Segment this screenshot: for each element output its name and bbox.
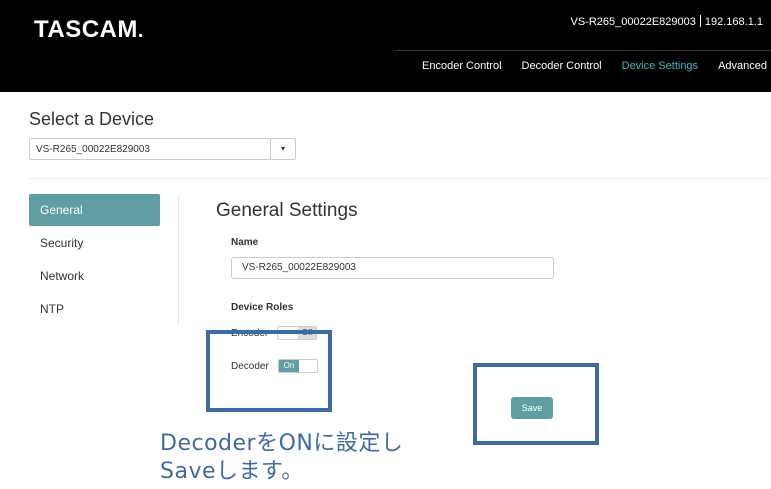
select-device-title: Select a Device [29,109,155,129]
nav-device-settings[interactable]: Device Settings [622,60,698,72]
nav-advanced[interactable]: Advanced [718,60,767,72]
instruction-line-2: Saveします。 [160,459,304,484]
instruction-note: DecoderをONに設定し Saveします。 [160,430,403,486]
header-divider [395,50,771,51]
settings-sidebar: General Security Network NTP [29,194,160,326]
logo-text: TASCAM [34,16,138,43]
page-title: General Settings [216,200,358,221]
device-roles-label: Device Roles [231,302,294,313]
top-navbar: TASCAM. VS-R265_00022E829003 192.168.1.1 … [0,0,771,92]
save-highlight-frame [473,363,599,445]
name-field[interactable]: VS-R265_00022E829003 [231,257,554,279]
instruction-line-1: DecoderをONに設定し [160,431,404,456]
decoder-highlight-frame [206,330,332,412]
sidebar-item-security[interactable]: Security [29,227,160,259]
main-nav: Encoder Control Decoder Control Device S… [422,60,767,72]
section-divider [29,178,771,179]
sidebar-border [178,194,179,324]
sidebar-item-network[interactable]: Network [29,260,160,292]
device-name: VS-R265_00022E829003 [570,16,696,28]
separator [699,15,701,27]
tascam-logo: TASCAM. [34,16,144,44]
sidebar-item-general[interactable]: General [29,194,160,226]
chevron-down-icon[interactable]: ▾ [270,138,296,160]
device-ip: 192.168.1.1 [704,16,763,28]
device-select[interactable]: VS-R265_00022E829003 [29,138,271,160]
sidebar-item-ntp[interactable]: NTP [29,293,160,325]
name-label: Name [231,237,259,248]
nav-encoder-control[interactable]: Encoder Control [422,60,502,72]
device-identity: VS-R265_00022E829003 192.168.1.1 [570,15,763,28]
nav-decoder-control[interactable]: Decoder Control [522,60,602,72]
logo-dot: . [137,20,144,42]
